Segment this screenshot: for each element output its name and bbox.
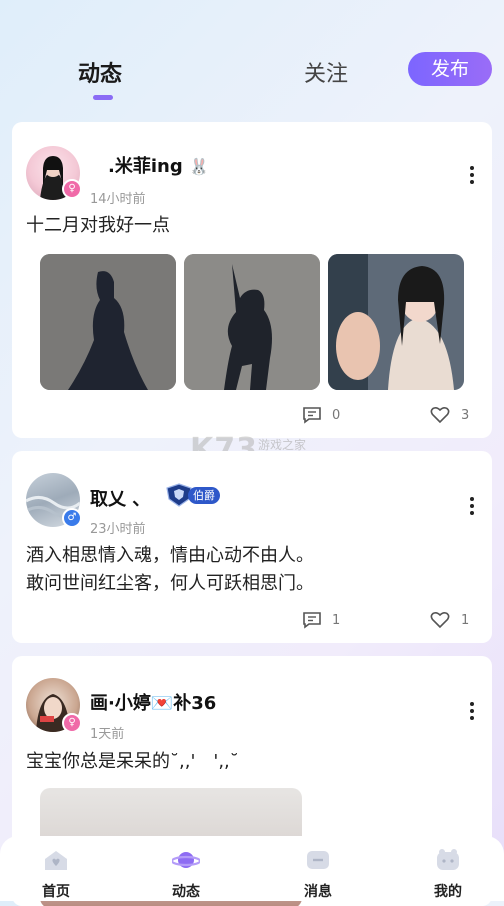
planet-icon [172, 852, 200, 868]
rabbit-icon: 🐰 [189, 157, 209, 176]
rank-label: 伯爵 [188, 487, 220, 504]
post-text-line: 敢问世间红尘客，何人可跃相思门。 [26, 573, 314, 594]
comment-count: 0 [332, 408, 341, 423]
nav-messages[interactable]: 消息 [278, 836, 358, 901]
message-icon [307, 851, 329, 869]
comment-icon[interactable] [302, 611, 322, 633]
comment-icon[interactable] [302, 406, 322, 428]
nav-label: 动态 [172, 884, 200, 900]
post-time: 14小时前 [90, 192, 146, 207]
nav-feed[interactable]: 动态 [146, 836, 226, 901]
heart-icon[interactable] [430, 406, 450, 428]
post-text: 宝宝你总是呆呆的˘,,' ',,˘ [26, 751, 239, 772]
top-header: 动态 关注 发布 [0, 0, 504, 110]
publish-button[interactable]: 发布 [408, 52, 492, 86]
nav-label: 消息 [304, 884, 332, 900]
post-image[interactable] [184, 254, 320, 390]
home-icon [45, 851, 67, 870]
username-text: .米菲ing [90, 156, 183, 177]
male-badge-icon: ♂ [62, 508, 82, 528]
active-tab-indicator [93, 95, 113, 100]
post-card[interactable]: ♂ 取乂 、 伯爵 23小时前 酒入相思情入魂，情由心动不由人。 敢问世间红尘客… [12, 451, 492, 643]
nav-profile[interactable]: 我的 [408, 836, 488, 901]
username[interactable]: 取乂 、 [90, 485, 150, 511]
rank-badge: 伯爵 [164, 483, 220, 507]
more-options-icon[interactable] [470, 166, 474, 187]
bottom-nav: 首页 动态 消息 我的 [0, 836, 504, 901]
female-badge-icon: ♀ [62, 713, 82, 733]
more-options-icon[interactable] [470, 702, 474, 723]
like-count: 3 [461, 408, 470, 423]
like-count: 1 [461, 613, 470, 628]
post-time: 23小时前 [90, 522, 146, 537]
female-badge-icon: ♀ [62, 179, 82, 199]
post-image[interactable] [40, 254, 176, 390]
post-text-line: 酒入相思情入魂，情由心动不由人。 [26, 545, 314, 566]
post-card[interactable]: ♀ .米菲ing 🐰 14小时前 十二月对我好一点 0 3 [12, 122, 492, 438]
username[interactable]: .米菲ing 🐰 [90, 152, 209, 178]
post-time: 1天前 [90, 727, 125, 742]
nav-label: 首页 [42, 884, 70, 900]
nav-home[interactable]: 首页 [16, 836, 96, 901]
username[interactable]: 画·小婷💌补36 [90, 689, 216, 715]
more-options-icon[interactable] [470, 497, 474, 518]
tab-feed[interactable]: 动态 [78, 56, 122, 88]
nav-label: 我的 [434, 884, 462, 900]
post-text: 十二月对我好一点 [26, 215, 170, 236]
comment-count: 1 [332, 613, 341, 628]
profile-icon [437, 849, 459, 870]
tab-following[interactable]: 关注 [304, 56, 348, 88]
post-image[interactable] [328, 254, 464, 390]
heart-icon[interactable] [430, 611, 450, 633]
